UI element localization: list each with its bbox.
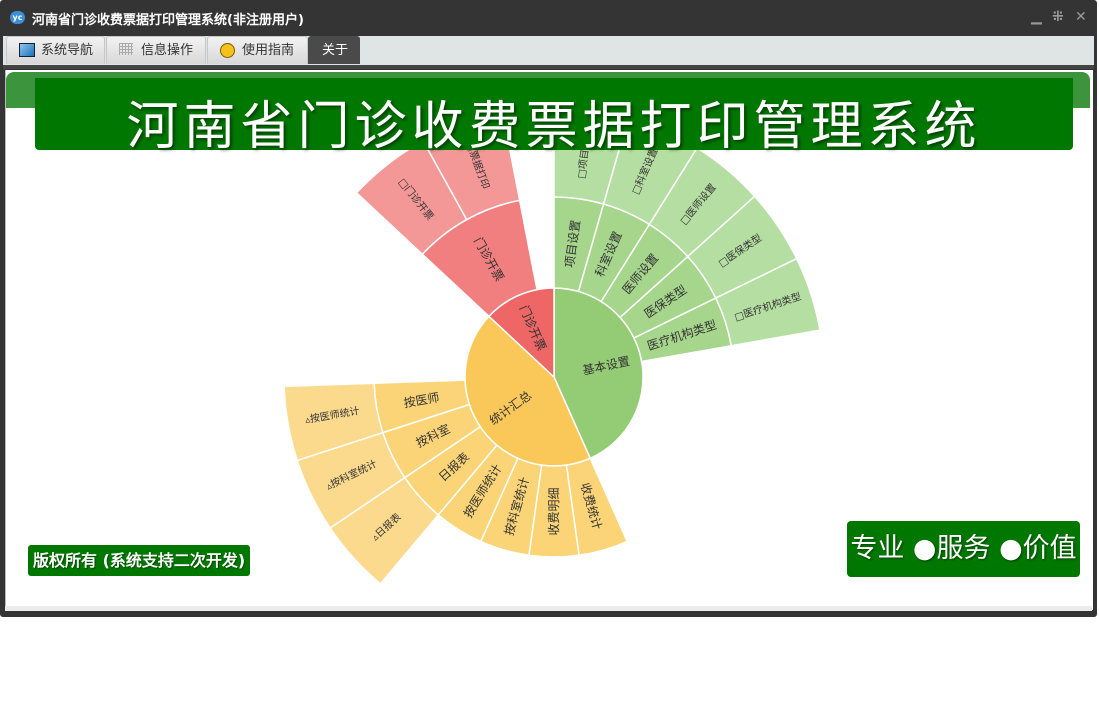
system-banner: 河南省门诊收费票据打印管理系统 (35, 78, 1073, 157)
banner-title: 河南省门诊收费票据打印管理系统 (126, 97, 982, 157)
slogan-badge: 专业 ●服务 ●价值 (847, 521, 1080, 577)
sunburst-label: 收费明细 (547, 487, 561, 535)
copyright-label: 版权所有 (系统支持二次开发) (28, 545, 251, 576)
